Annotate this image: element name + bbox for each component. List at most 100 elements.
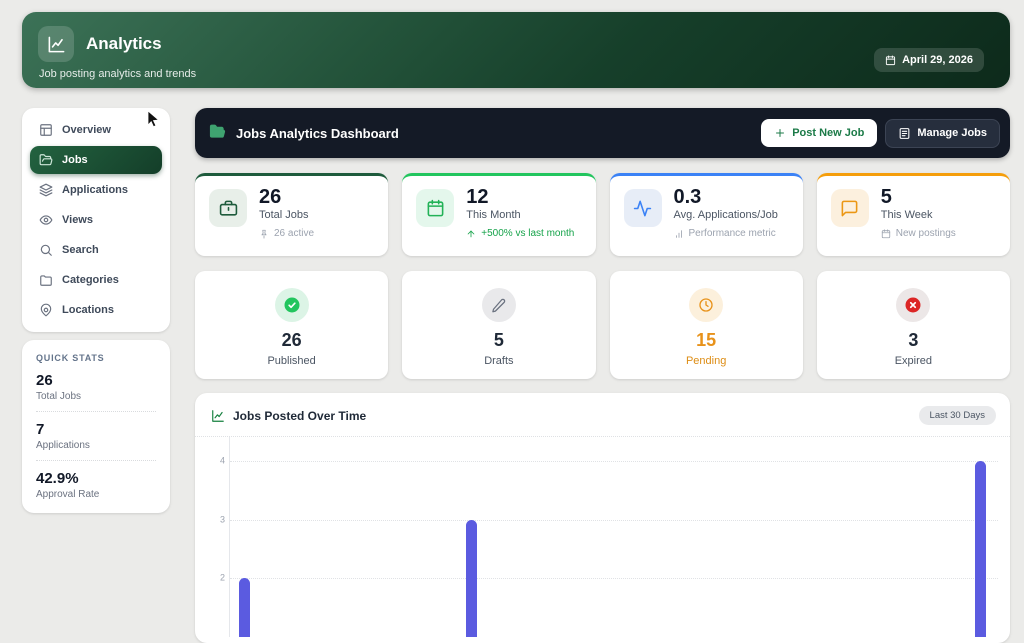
status-value: 5 (494, 331, 504, 349)
x-circle-icon (896, 288, 930, 322)
list-icon (898, 127, 911, 140)
status-label: Pending (686, 355, 726, 367)
post-new-job-label: Post New Job (792, 127, 864, 139)
chart-bar (975, 461, 986, 637)
divider (36, 460, 156, 461)
chart-bar (466, 520, 477, 638)
stat-value: 12 (466, 187, 574, 208)
activity-icon (624, 189, 662, 227)
sidebar-item-label: Overview (62, 124, 111, 136)
sidebar-item-overview[interactable]: Overview (30, 116, 162, 144)
quick-stat-value: 26 (36, 372, 156, 390)
stat-footer-text: Performance metric (689, 228, 776, 239)
sidebar-item-applications[interactable]: Applications (30, 176, 162, 204)
stat-footer-text: +500% vs last month (481, 228, 574, 239)
status-card: 3 Expired (817, 271, 1010, 379)
overview-icon (39, 123, 53, 137)
arrow-up-icon (466, 229, 476, 239)
chart-plot: 432 (229, 437, 998, 637)
stat-value: 0.3 (674, 187, 778, 208)
briefcase-icon (209, 189, 247, 227)
status-card: 15 Pending (610, 271, 803, 379)
calendar-icon (881, 229, 891, 239)
sidebar-item-label: Applications (62, 184, 128, 196)
status-value: 15 (696, 331, 716, 349)
quick-stats-title: QUICK STATS (36, 353, 156, 363)
stat-footer-text: 26 active (274, 228, 314, 239)
folder-open-icon (209, 123, 226, 143)
stat-label: This Month (466, 209, 574, 221)
status-value: 26 (282, 331, 302, 349)
divider (36, 411, 156, 412)
quick-stat-value: 7 (36, 421, 156, 439)
line-chart-icon (38, 26, 74, 62)
stat-footer-text: New postings (896, 228, 956, 239)
map-pin-icon (39, 303, 53, 317)
stat-label: Total Jobs (259, 209, 314, 221)
calendar-icon (885, 55, 896, 66)
plus-icon (774, 127, 786, 139)
stat-cards-row: 26 Total Jobs 26 active 12 This Month +5… (195, 173, 1010, 256)
manage-jobs-label: Manage Jobs (917, 127, 987, 139)
search-icon (39, 243, 53, 257)
date-button[interactable]: April 29, 2026 (874, 48, 984, 72)
y-axis-tick-label: 4 (208, 456, 225, 466)
pencil-icon (482, 288, 516, 322)
page-subtitle: Job posting analytics and trends (22, 62, 1010, 80)
stat-card: 12 This Month +500% vs last month (402, 173, 595, 256)
folder-icon (39, 273, 53, 287)
status-card: 26 Published (195, 271, 388, 379)
chart-bar (239, 578, 250, 637)
status-label: Drafts (484, 355, 513, 367)
bar-chart-icon (674, 229, 684, 239)
pin-icon (259, 229, 269, 239)
analytics-header: Analytics Job posting analytics and tren… (22, 12, 1010, 88)
sidebar-item-label: Categories (62, 274, 119, 286)
stat-card: 0.3 Avg. Applications/Job Performance me… (610, 173, 803, 256)
sidebar-item-categories[interactable]: Categories (30, 266, 162, 294)
folder-open-icon (39, 153, 53, 167)
calendar-icon (416, 189, 454, 227)
sidebar-item-locations[interactable]: Locations (30, 296, 162, 324)
sidebar-item-jobs[interactable]: Jobs (30, 146, 162, 174)
line-chart-icon (211, 409, 225, 423)
status-label: Published (267, 355, 315, 367)
status-value: 3 (908, 331, 918, 349)
y-axis-tick-label: 2 (208, 573, 225, 583)
sidebar-item-label: Jobs (62, 154, 88, 166)
status-cards-row: 26 Published 5 Drafts 15 Pending 3 Expir… (195, 271, 1010, 379)
sidebar-item-label: Search (62, 244, 99, 256)
clock-icon (689, 288, 723, 322)
quick-stat-label: Total Jobs (36, 391, 156, 402)
chart-title: Jobs Posted Over Time (233, 409, 366, 423)
quick-stat-label: Applications (36, 440, 156, 451)
stat-value: 5 (881, 187, 956, 208)
status-label: Expired (895, 355, 932, 367)
sidebar-item-label: Views (62, 214, 93, 226)
stat-value: 26 (259, 187, 314, 208)
chart-gridline (230, 520, 998, 521)
check-circle-icon (275, 288, 309, 322)
quick-stats-card: QUICK STATS 26 Total Jobs 7 Applications… (22, 340, 170, 513)
chart-gridline (230, 578, 998, 579)
message-square-icon (831, 189, 869, 227)
range-badge: Last 30 Days (919, 406, 996, 425)
main-content: Jobs Analytics Dashboard Post New Job Ma… (195, 108, 1010, 643)
manage-jobs-button[interactable]: Manage Jobs (885, 119, 1000, 148)
date-label: April 29, 2026 (902, 54, 973, 66)
post-new-job-button[interactable]: Post New Job (761, 119, 877, 147)
status-card: 5 Drafts (402, 271, 595, 379)
y-axis-tick-label: 3 (208, 514, 225, 524)
stat-label: Avg. Applications/Job (674, 209, 778, 221)
dashboard-header-bar: Jobs Analytics Dashboard Post New Job Ma… (195, 108, 1010, 158)
sidebar-item-label: Locations (62, 304, 114, 316)
dashboard-title: Jobs Analytics Dashboard (236, 126, 399, 141)
sidebar-item-views[interactable]: Views (30, 206, 162, 234)
page-title: Analytics (86, 34, 162, 54)
sidebar-item-search[interactable]: Search (30, 236, 162, 264)
jobs-chart-card: Jobs Posted Over Time Last 30 Days 432 (195, 393, 1010, 643)
layers-icon (39, 183, 53, 197)
stat-card: 5 This Week New postings (817, 173, 1010, 256)
quick-stat-label: Approval Rate (36, 489, 156, 500)
sidebar-nav: Overview Jobs Applications Views Search … (22, 108, 170, 332)
